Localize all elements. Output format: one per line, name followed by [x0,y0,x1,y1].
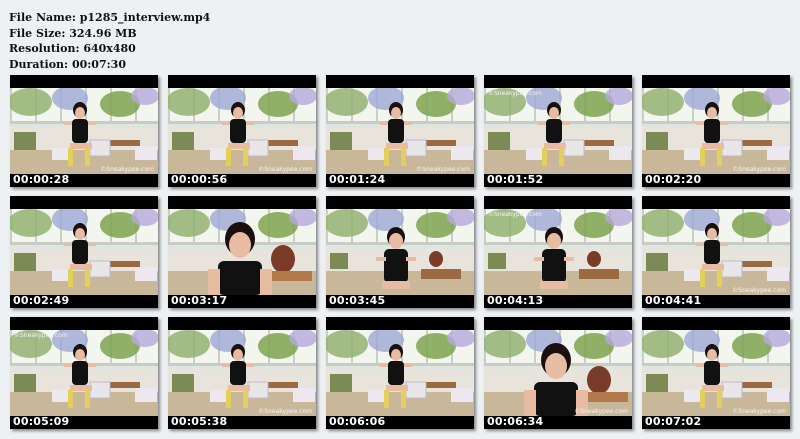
video-thumbnail[interactable]: ©Sneakypee.com 00:00:28 [10,75,158,187]
video-thumbnail[interactable]: ©Sneakypee.com 00:05:09 [10,317,158,429]
file-size: File Size: 324.96 MB [9,26,137,40]
thumbnail-frame-image [168,209,316,295]
thumbnail-frame-image [642,209,790,295]
thumbnail-frame-image [326,330,474,416]
file-info: File Name: p1285_interview.mp4 File Size… [9,10,210,72]
thumbnail-frame-image [168,330,316,416]
thumbnail-frame-image [484,88,632,174]
thumbnail-frame-image [10,209,158,295]
timestamp: 00:04:13 [487,294,544,307]
timestamp: 00:05:38 [171,415,228,428]
timestamp: 00:00:56 [171,173,228,186]
video-thumbnail[interactable]: ©Sneakypee.com 00:02:20 [642,75,790,187]
video-thumbnail[interactable]: 00:03:17 [168,196,316,308]
timestamp: 00:02:20 [645,173,702,186]
thumbnail-frame-image [484,209,632,295]
watermark-text: ©Sneakypee.com [416,166,470,173]
thumbnail-frame-image [484,330,632,416]
thumbnail-frame-image [326,209,474,295]
video-thumbnail[interactable]: 00:03:45 [326,196,474,308]
video-thumbnail[interactable]: ©Sneakypee.com 00:04:41 [642,196,790,308]
watermark-text: ©Sneakypee.com [258,166,312,173]
video-thumbnail[interactable]: ©Sneakypee.com 00:04:13 [484,196,632,308]
timestamp: 00:06:06 [329,415,386,428]
video-thumbnail[interactable]: ©Sneakypee.com 00:05:38 [168,317,316,429]
timestamp: 00:00:28 [13,173,70,186]
watermark-text: ©Sneakypee.com [488,211,542,218]
watermark-text: ©Sneakypee.com [14,332,68,339]
watermark-text: ©Sneakypee.com [732,166,786,173]
video-thumbnail[interactable]: ©Sneakypee.com 00:00:56 [168,75,316,187]
file-name: File Name: p1285_interview.mp4 [9,11,211,24]
watermark-text: ©Sneakypee.com [100,166,154,173]
thumbnail-frame-image [10,88,158,174]
watermark-text: ©Sneakypee.com [574,408,628,415]
video-thumbnail[interactable]: ©Sneakypee.com 00:01:24 [326,75,474,187]
resolution: Resolution: 640x480 [9,42,136,55]
timestamp: 00:03:45 [329,294,386,307]
thumbnail-frame-image [10,330,158,416]
timestamp: 00:01:52 [487,173,544,186]
video-thumbnail[interactable]: ©Sneakypee.com 00:07:02 [642,317,790,429]
thumbnail-frame-image [642,330,790,416]
timestamp: 00:05:09 [13,415,70,428]
watermark-text: ©Sneakypee.com [488,90,542,97]
timestamp: 00:06:34 [487,415,544,428]
timestamp: 00:01:24 [329,173,386,186]
duration: Duration: 00:07:30 [9,57,126,71]
video-thumbnail[interactable]: ©Sneakypee.com 00:01:52 [484,75,632,187]
timestamp: 00:07:02 [645,415,702,428]
video-thumbnail[interactable]: 00:02:49 [10,196,158,308]
watermark-text: ©Sneakypee.com [732,287,786,294]
thumbnail-grid: ©Sneakypee.com 00:00:28 ©Sneakypee.com 00:0… [10,75,790,429]
thumbnail-frame-image [326,88,474,174]
thumbnail-frame-image [642,88,790,174]
timestamp: 00:02:49 [13,294,70,307]
timestamp: 00:04:41 [645,294,702,307]
watermark-text: ©Sneakypee.com [732,408,786,415]
thumbnail-frame-image [168,88,316,174]
video-thumbnail[interactable]: ©Sneakypee.com 00:06:34 [484,317,632,429]
video-thumbnail[interactable]: 00:06:06 [326,317,474,429]
timestamp: 00:03:17 [171,294,228,307]
watermark-text: ©Sneakypee.com [258,408,312,415]
